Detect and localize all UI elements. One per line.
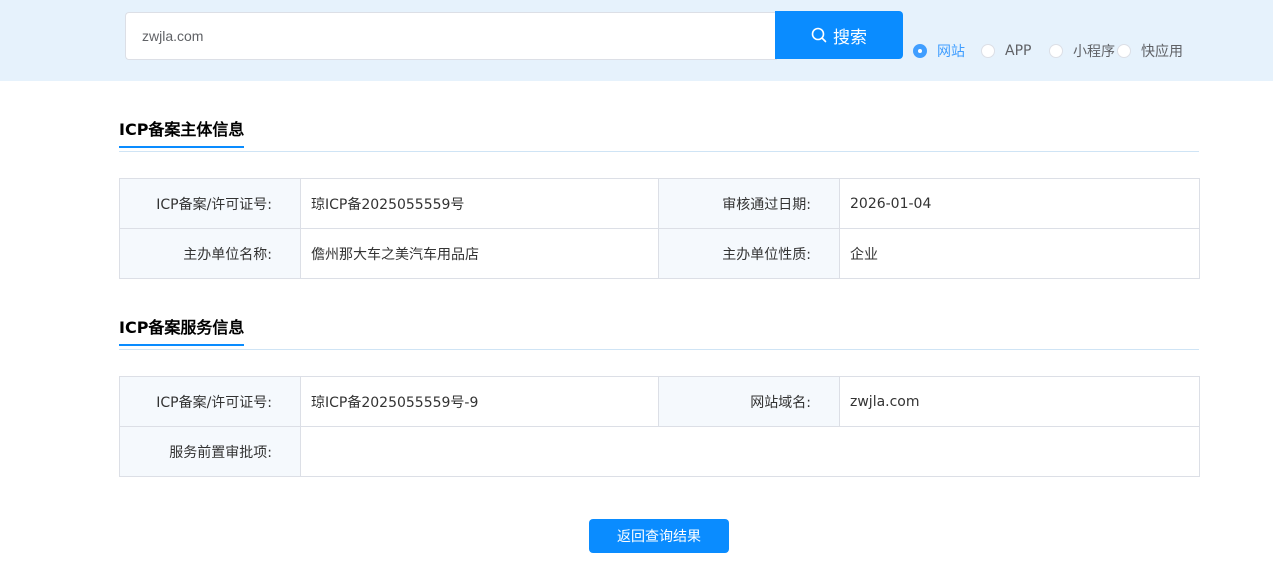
radio-label: 网站 bbox=[937, 44, 965, 60]
section-divider bbox=[119, 151, 1199, 152]
radio-dot-icon bbox=[1117, 44, 1131, 58]
table-row: ICP备案/许可证号: 琼ICP备2025055559号 审核通过日期: 202… bbox=[119, 178, 1200, 229]
radio-dot-icon bbox=[981, 44, 995, 58]
table-row: ICP备案/许可证号: 琼ICP备2025055559号-9 网站域名: zwj… bbox=[119, 376, 1200, 427]
radio-label: 小程序 bbox=[1073, 44, 1115, 60]
org-name-value: 儋州那大车之美汽车用品店 bbox=[300, 228, 659, 279]
search-button-label: 搜索 bbox=[833, 27, 867, 47]
service-section-title: ICP备案服务信息 bbox=[119, 314, 245, 346]
org-nature-label: 主办单位性质: bbox=[658, 228, 840, 279]
radio-label: 快应用 bbox=[1141, 44, 1183, 60]
service-license-label: ICP备案/许可证号: bbox=[119, 376, 301, 427]
approval-date-label: 审核通过日期: bbox=[658, 178, 840, 229]
back-to-results-button[interactable]: 返回查询结果 bbox=[589, 519, 729, 553]
search-button[interactable]: 搜索 bbox=[775, 11, 903, 59]
pre-approval-label: 服务前置审批项: bbox=[119, 426, 301, 477]
license-label: ICP备案/许可证号: bbox=[119, 178, 301, 229]
org-name-label: 主办单位名称: bbox=[119, 228, 301, 279]
radio-dot-icon bbox=[913, 44, 927, 58]
radio-label: APP bbox=[1005, 43, 1032, 59]
pre-approval-value bbox=[300, 426, 1200, 477]
org-nature-value: 企业 bbox=[839, 228, 1200, 279]
domain-value: zwjla.com bbox=[839, 376, 1200, 427]
section-divider bbox=[119, 349, 1199, 350]
search-bar: 搜索 网站 APP 小程序 快应用 bbox=[0, 0, 1273, 81]
subject-section-title: ICP备案主体信息 bbox=[119, 116, 245, 148]
approval-date-value: 2026-01-04 bbox=[839, 178, 1200, 229]
radio-dot-icon bbox=[1049, 44, 1063, 58]
radio-website[interactable]: 网站 bbox=[913, 42, 965, 60]
service-info-table: ICP备案/许可证号: 琼ICP备2025055559号-9 网站域名: zwj… bbox=[119, 376, 1200, 477]
radio-mini-program[interactable]: 小程序 bbox=[1049, 42, 1115, 60]
domain-label: 网站域名: bbox=[658, 376, 840, 427]
table-row: 服务前置审批项: bbox=[119, 426, 1200, 477]
table-row: 主办单位名称: 儋州那大车之美汽车用品店 主办单位性质: 企业 bbox=[119, 228, 1200, 279]
radio-quick-app[interactable]: 快应用 bbox=[1117, 42, 1183, 60]
subject-info-table: ICP备案/许可证号: 琼ICP备2025055559号 审核通过日期: 202… bbox=[119, 178, 1200, 279]
radio-app[interactable]: APP bbox=[981, 42, 1031, 60]
search-icon bbox=[811, 27, 827, 43]
service-license-value: 琼ICP备2025055559号-9 bbox=[300, 376, 659, 427]
license-value: 琼ICP备2025055559号 bbox=[300, 178, 659, 229]
search-input[interactable] bbox=[125, 12, 777, 60]
